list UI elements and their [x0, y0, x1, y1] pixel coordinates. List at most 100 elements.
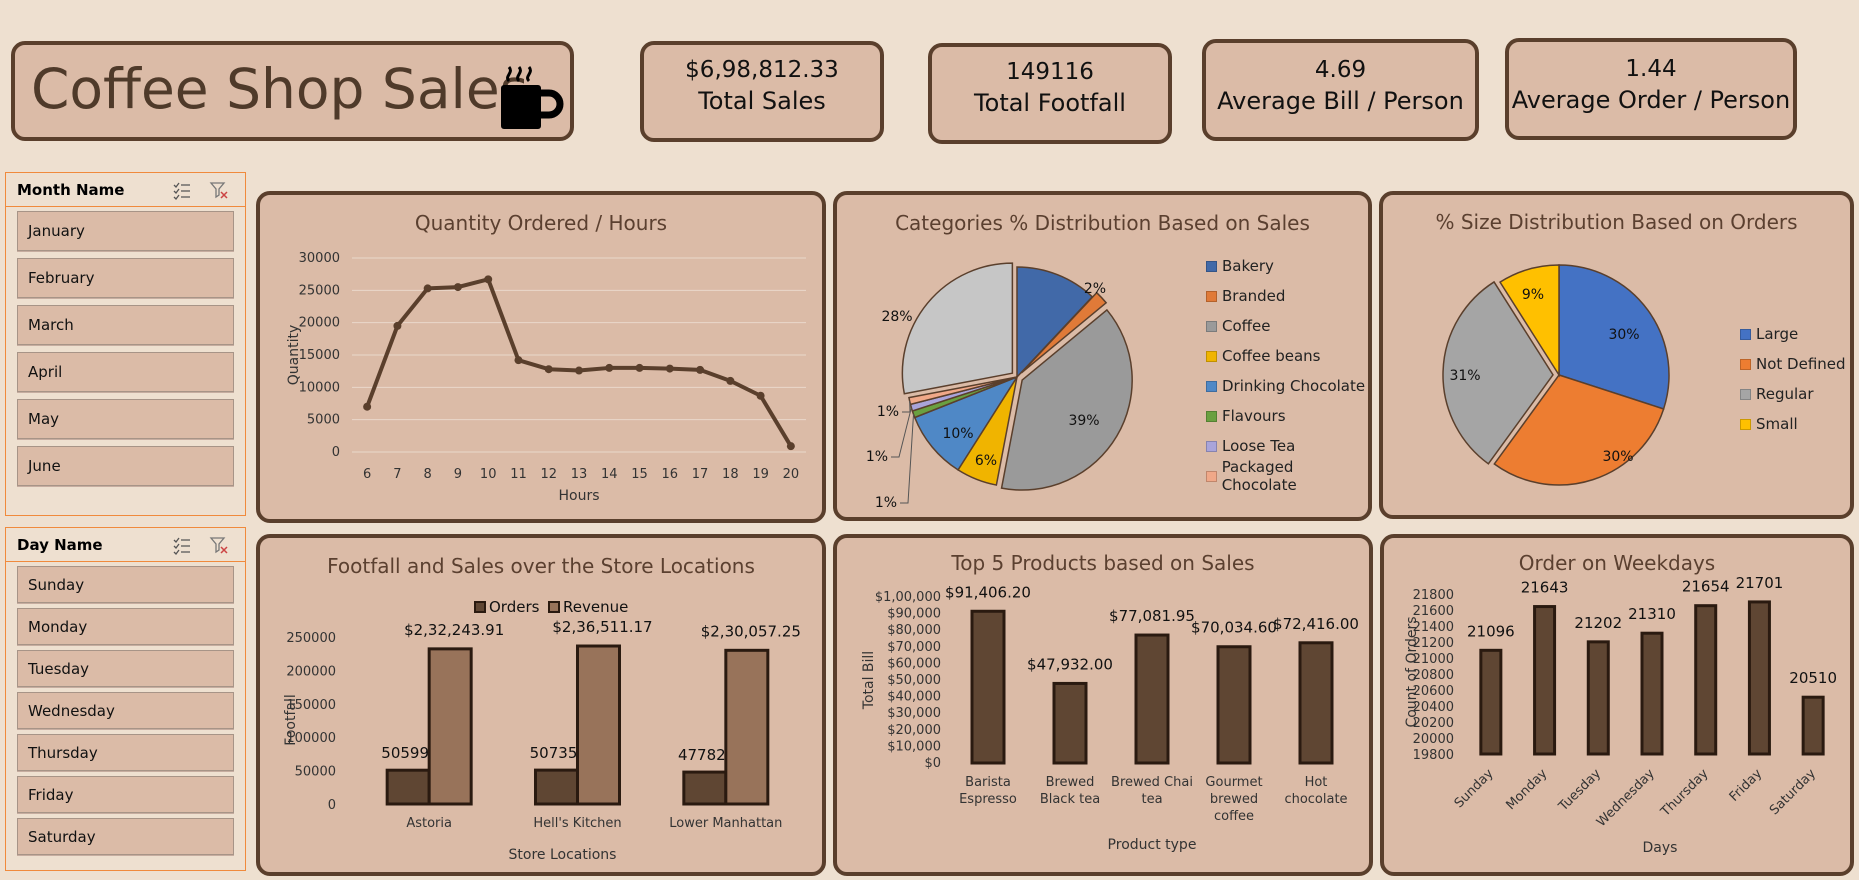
data-point	[544, 365, 553, 374]
data-point	[514, 356, 523, 365]
slicer-item-friday[interactable]: Friday	[17, 776, 234, 813]
slicer-item-june[interactable]: June	[17, 446, 234, 486]
data-label: $2,30,057.25	[701, 622, 801, 640]
data-label: 21654	[1682, 578, 1730, 596]
legend-label: Not Defined	[1756, 355, 1846, 373]
data-label: 9%	[1522, 287, 1544, 303]
legend-label: Loose Tea	[1222, 437, 1296, 455]
dashboard-title-card: Coffee Shop Sales	[11, 41, 574, 141]
slicer-item-january[interactable]: January	[17, 211, 234, 251]
y-tick-label: 21800	[1413, 588, 1454, 603]
y-tick-label: $0	[924, 756, 941, 771]
y-tick-label: 10000	[299, 380, 340, 395]
slicer-item-monday[interactable]: Monday	[17, 608, 234, 645]
legend-item: Not Defined	[1740, 349, 1846, 379]
x-tick-label: Hell's Kitchen	[533, 816, 621, 831]
x-tick-label: 16	[662, 467, 679, 482]
y-tick-label: 0	[332, 445, 340, 460]
x-tick-label: 13	[571, 467, 588, 482]
legend-item: Regular	[1740, 379, 1846, 409]
x-tick-label: Wednesday	[1594, 766, 1658, 830]
kpi-label: Total Footfall	[974, 89, 1126, 117]
clear-filter-icon[interactable]	[209, 536, 228, 554]
slicer-item-wednesday[interactable]: Wednesday	[17, 692, 234, 729]
slicer-item-thursday[interactable]: Thursday	[17, 734, 234, 771]
data-label: $47,932.00	[1027, 655, 1113, 673]
kpi-label: Average Bill / Person	[1217, 87, 1464, 115]
slicer-item-sunday[interactable]: Sunday	[17, 566, 234, 603]
legend-item: Packaged Chocolate	[1206, 458, 1368, 494]
legend-label: Regular	[1756, 385, 1814, 403]
bar	[1052, 681, 1088, 765]
data-label: 21096	[1467, 622, 1515, 640]
legend-label: Coffee beans	[1222, 347, 1321, 365]
multi-select-icon[interactable]	[173, 181, 191, 200]
bar	[1801, 695, 1825, 756]
y-tick-label: 30000	[299, 251, 340, 266]
slicer-item-march[interactable]: March	[17, 305, 234, 345]
data-label: 50735	[530, 744, 578, 762]
data-label: 47782	[678, 746, 726, 764]
kpi-value: 4.69	[1314, 57, 1367, 83]
bar	[970, 609, 1006, 765]
y-tick-label: $30,000	[887, 706, 941, 721]
series-line	[365, 277, 793, 448]
y-tick-label: $10,000	[887, 739, 941, 754]
y-tick-label: $40,000	[887, 690, 941, 705]
data-label: 20510	[1789, 669, 1837, 687]
category-legend: Bakery Branded Coffee Coffee beans Drinking …	[1206, 251, 1368, 494]
x-tick-label: Monday	[1503, 766, 1550, 813]
x-tick-label: 11	[510, 467, 527, 482]
data-point	[605, 363, 614, 372]
x-tick-label: Gourmet	[1205, 775, 1262, 790]
legend-label: Branded	[1222, 287, 1286, 305]
data-point	[696, 365, 705, 374]
kpi-total-footfall: 149116 Total Footfall	[928, 43, 1172, 144]
x-tick-label: 20	[783, 467, 800, 482]
data-label: 1%	[875, 495, 897, 511]
coffee-mug-icon	[501, 66, 564, 129]
bar	[1586, 640, 1610, 756]
legend-label: Large	[1756, 325, 1799, 343]
slicer-header: Month Name	[6, 173, 245, 207]
legend-swatch	[1740, 358, 1751, 370]
legend-label: Coffee	[1222, 317, 1271, 335]
data-label: $77,081.95	[1109, 607, 1195, 625]
bar	[1640, 631, 1664, 756]
store-locations-panel: Footfall and Sales over the Store Locati…	[256, 534, 826, 876]
data-point	[575, 366, 583, 375]
data-label: $72,416.00	[1273, 615, 1359, 633]
legend-item: Flavours	[1206, 401, 1368, 431]
clear-filter-icon[interactable]	[209, 181, 228, 199]
data-point	[756, 391, 765, 400]
pie-slice	[901, 262, 1014, 395]
legend-swatch	[1206, 350, 1217, 362]
legend-swatch	[1206, 440, 1217, 452]
legend-item: Large	[1740, 319, 1846, 349]
data-label: 6%	[975, 453, 997, 469]
data-point	[726, 376, 735, 385]
bar	[1216, 645, 1252, 765]
data-label: 30%	[1608, 327, 1639, 343]
slicer-item-saturday[interactable]: Saturday	[17, 818, 234, 855]
y-tick-label: $70,000	[887, 640, 941, 655]
y-tick-label: 200000	[286, 664, 336, 679]
x-tick-label: Friday	[1727, 766, 1766, 805]
bar	[1298, 641, 1334, 765]
y-axis-label: Footfall	[283, 694, 299, 745]
y-tick-label: 25000	[299, 283, 340, 298]
legend-item: Coffee	[1206, 311, 1368, 341]
data-point	[363, 402, 372, 411]
slicer-item-february[interactable]: February	[17, 258, 234, 298]
y-tick-label: 0	[328, 798, 336, 813]
x-axis-label: Hours	[558, 488, 599, 504]
slicer-item-tuesday[interactable]: Tuesday	[17, 650, 234, 687]
bar	[1533, 605, 1557, 756]
slicer-item-april[interactable]: April	[17, 352, 234, 392]
slicer-item-may[interactable]: May	[17, 399, 234, 439]
data-point	[665, 364, 674, 373]
kpi-label: Total Sales	[698, 87, 826, 115]
multi-select-icon[interactable]	[173, 536, 191, 555]
bar	[682, 770, 728, 806]
x-axis-label: Days	[1643, 840, 1678, 856]
